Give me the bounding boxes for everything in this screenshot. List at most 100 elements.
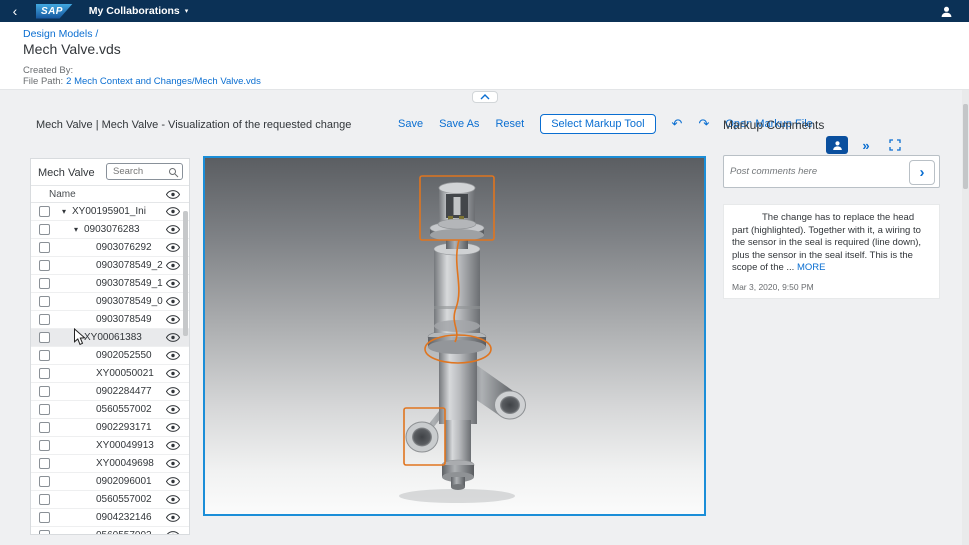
- tree-row[interactable]: 0902293171: [31, 419, 189, 437]
- row-checkbox[interactable]: [39, 206, 50, 217]
- markup-mode-button[interactable]: [826, 136, 848, 154]
- collapse-header-button[interactable]: [472, 91, 498, 103]
- comment-text: The change has to replace the head part …: [732, 212, 921, 273]
- save-as-button[interactable]: Save As: [439, 118, 479, 130]
- tree-row[interactable]: 0904232146: [31, 509, 189, 527]
- overflow-tools-button[interactable]: »: [855, 136, 877, 154]
- tree-row[interactable]: 0903078549_0: [31, 293, 189, 311]
- tree-row[interactable]: ▾ 0903076283: [31, 221, 189, 239]
- row-checkbox[interactable]: [39, 224, 50, 235]
- search-icon[interactable]: [168, 167, 179, 178]
- reset-button[interactable]: Reset: [495, 118, 524, 130]
- node-label: 0903078549_1: [96, 278, 163, 289]
- visibility-eye-icon[interactable]: [166, 495, 180, 504]
- visibility-eye-icon[interactable]: [166, 279, 180, 288]
- row-checkbox[interactable]: [39, 422, 50, 433]
- row-checkbox[interactable]: [39, 494, 50, 505]
- save-button[interactable]: Save: [398, 118, 423, 130]
- visibility-eye-icon[interactable]: [166, 333, 180, 342]
- user-avatar-button[interactable]: [940, 5, 953, 18]
- row-checkbox[interactable]: [39, 458, 50, 469]
- tree-row[interactable]: ▸ XY00061383: [31, 329, 189, 347]
- node-label: XY00195901_Ini: [72, 206, 146, 217]
- expand-chevron-icon[interactable]: ▾: [62, 207, 72, 216]
- tree-row[interactable]: XY00049698: [31, 455, 189, 473]
- comment-input[interactable]: [724, 156, 899, 187]
- post-comment-button[interactable]: ›: [909, 160, 935, 185]
- tree-row[interactable]: 0903078549_1: [31, 275, 189, 293]
- row-checkbox[interactable]: [39, 314, 50, 325]
- redo-icon[interactable]: ↷: [698, 116, 709, 132]
- comment-input-box: ›: [723, 155, 940, 188]
- row-checkbox[interactable]: [39, 350, 50, 361]
- expand-chevron-icon[interactable]: ▾: [74, 225, 84, 234]
- visibility-eye-icon[interactable]: [166, 225, 180, 234]
- comment-more-link[interactable]: MORE: [797, 262, 826, 273]
- visibility-eye-icon[interactable]: [166, 387, 180, 396]
- visibility-eye-icon[interactable]: [166, 351, 180, 360]
- row-checkbox[interactable]: [39, 242, 50, 253]
- visibility-eye-icon[interactable]: [166, 207, 180, 216]
- visibility-eye-icon[interactable]: [166, 459, 180, 468]
- row-checkbox[interactable]: [39, 296, 50, 307]
- app-root: ‹ SAP My Collaborations ▾ Design Models …: [0, 0, 969, 545]
- node-label: 0903076283: [84, 224, 140, 235]
- visibility-eye-icon[interactable]: [166, 261, 180, 270]
- fullscreen-button[interactable]: [884, 136, 906, 154]
- visibility-eye-icon[interactable]: [166, 369, 180, 378]
- visibility-eye-icon[interactable]: [166, 513, 180, 522]
- tree-row[interactable]: 0560557002: [31, 401, 189, 419]
- visibility-eye-icon[interactable]: [166, 531, 180, 534]
- row-checkbox[interactable]: [39, 404, 50, 415]
- tree-row[interactable]: 0902284477: [31, 383, 189, 401]
- breadcrumb[interactable]: Design Models /: [23, 28, 98, 40]
- viewport-3d[interactable]: [203, 156, 706, 516]
- node-label: 0903076292: [96, 242, 152, 253]
- tree-scrollbar[interactable]: [183, 211, 188, 336]
- tree-row[interactable]: 0902052550: [31, 347, 189, 365]
- tree-row[interactable]: 0903078549_2: [31, 257, 189, 275]
- tree-row[interactable]: XY00050021: [31, 365, 189, 383]
- app-title-menu[interactable]: My Collaborations ▾: [89, 5, 189, 17]
- back-icon[interactable]: ‹: [0, 1, 30, 21]
- visibility-eye-icon[interactable]: [166, 315, 180, 324]
- tree-row[interactable]: ▾ XY00195901_Ini: [31, 203, 189, 221]
- visibility-eye-icon[interactable]: [166, 441, 180, 450]
- page-scrollbar[interactable]: [962, 90, 969, 545]
- tree-row[interactable]: 0903076292: [31, 239, 189, 257]
- visibility-all-eye-icon[interactable]: [166, 190, 180, 199]
- row-checkbox[interactable]: [39, 368, 50, 379]
- tree-row[interactable]: 0903078549: [31, 311, 189, 329]
- fullscreen-icon: [889, 139, 901, 151]
- undo-icon[interactable]: ↶: [672, 116, 683, 132]
- row-checkbox[interactable]: [39, 476, 50, 487]
- tree-row[interactable]: 0902096001: [31, 473, 189, 491]
- comment-timestamp: Mar 3, 2020, 9:50 PM: [732, 282, 931, 292]
- visibility-eye-icon[interactable]: [166, 297, 180, 306]
- page-scrollbar-thumb[interactable]: [963, 104, 968, 189]
- row-checkbox[interactable]: [39, 278, 50, 289]
- visibility-eye-icon[interactable]: [166, 405, 180, 414]
- sap-logo: SAP: [36, 4, 73, 19]
- visibility-eye-icon[interactable]: [166, 243, 180, 252]
- node-label: XY00049698: [96, 458, 154, 469]
- select-markup-tool-button[interactable]: Select Markup Tool: [540, 114, 655, 134]
- row-checkbox[interactable]: [39, 386, 50, 397]
- row-checkbox[interactable]: [39, 332, 50, 343]
- row-checkbox[interactable]: [39, 530, 50, 534]
- visibility-eye-icon[interactable]: [166, 423, 180, 432]
- row-checkbox[interactable]: [39, 440, 50, 451]
- page-header: Design Models / Mech Valve.vds Created B…: [0, 22, 969, 90]
- row-checkbox[interactable]: [39, 260, 50, 271]
- tree-row[interactable]: 0560557002: [31, 491, 189, 509]
- valve-shadow: [399, 489, 515, 503]
- markup-comments-title: Markup Comments: [723, 118, 824, 132]
- file-path-link[interactable]: 2 Mech Context and Changes/Mech Valve.vd…: [66, 76, 261, 87]
- tree-row[interactable]: XY00049913: [31, 437, 189, 455]
- row-checkbox[interactable]: [39, 512, 50, 523]
- node-label: 0903078549: [96, 314, 152, 325]
- tree-row[interactable]: 0560557002: [31, 527, 189, 534]
- visibility-eye-icon[interactable]: [166, 477, 180, 486]
- node-label: 0903078549_2: [96, 260, 163, 271]
- expand-chevron-icon[interactable]: ▸: [74, 333, 84, 342]
